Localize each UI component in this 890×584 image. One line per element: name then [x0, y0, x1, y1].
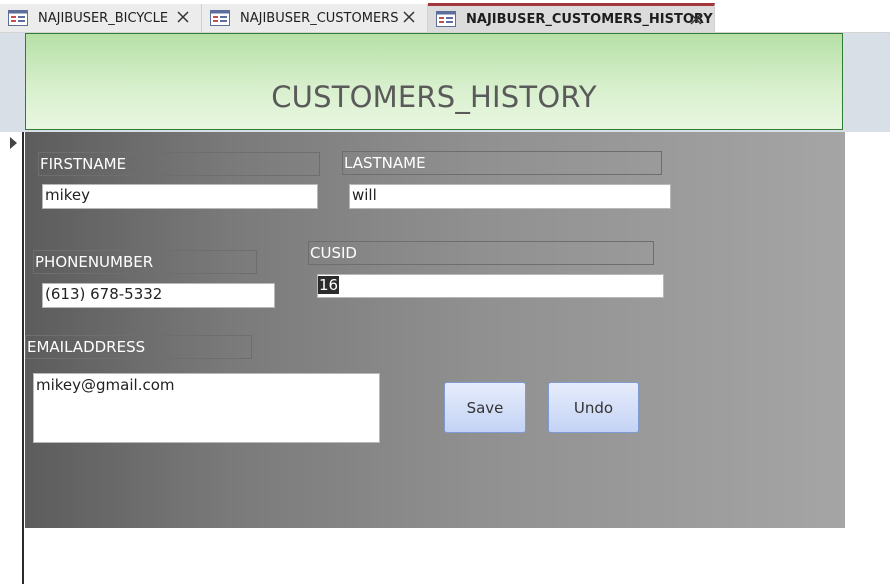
lastname-field[interactable]: will [349, 184, 671, 209]
emailaddress-label: EMAILADDRESS [25, 335, 252, 359]
emailaddress-field[interactable]: mikey@gmail.com [33, 373, 380, 443]
firstname-field[interactable]: mikey [42, 184, 318, 209]
phonenumber-label: PHONENUMBER [33, 250, 257, 274]
document-tab-strip: NAJIBUSER_BICYCLE NAJIBUSER_CUSTOMERS NA… [0, 0, 890, 33]
phonenumber-field[interactable]: (613) 678-5332 [42, 283, 275, 308]
undo-button[interactable]: Undo [548, 382, 639, 433]
tab-najibuser-customers[interactable]: NAJIBUSER_CUSTOMERS [202, 4, 428, 32]
close-icon[interactable] [688, 11, 704, 27]
form-icon [436, 11, 456, 27]
cusid-label: CUSID [308, 241, 654, 265]
form-detail-section: FIRSTNAME mikey LASTNAME will PHONENUMBE… [25, 132, 845, 528]
lastname-label: LASTNAME [342, 151, 662, 175]
form-icon [210, 10, 230, 26]
firstname-label: FIRSTNAME [38, 152, 320, 176]
close-icon[interactable] [175, 9, 191, 25]
form-header-box: CUSTOMERS_HISTORY [25, 33, 843, 130]
close-icon[interactable] [401, 9, 417, 25]
tab-najibuser-bicycle[interactable]: NAJIBUSER_BICYCLE [0, 4, 202, 32]
form-title: CUSTOMERS_HISTORY [271, 80, 597, 114]
form-icon [8, 10, 28, 26]
tab-label: NAJIBUSER_CUSTOMERS [240, 10, 399, 26]
cusid-field[interactable]: 16 [317, 274, 664, 298]
tab-label: NAJIBUSER_CUSTOMERS_HISTORY [466, 11, 713, 27]
save-button[interactable]: Save [444, 382, 526, 433]
tab-najibuser-customers-history[interactable]: NAJIBUSER_CUSTOMERS_HISTORY [428, 3, 715, 32]
current-record-arrow-icon [10, 137, 17, 149]
tab-label: NAJIBUSER_BICYCLE [38, 10, 169, 26]
record-selector[interactable] [0, 132, 24, 584]
cusid-selected-text: 16 [318, 276, 340, 294]
